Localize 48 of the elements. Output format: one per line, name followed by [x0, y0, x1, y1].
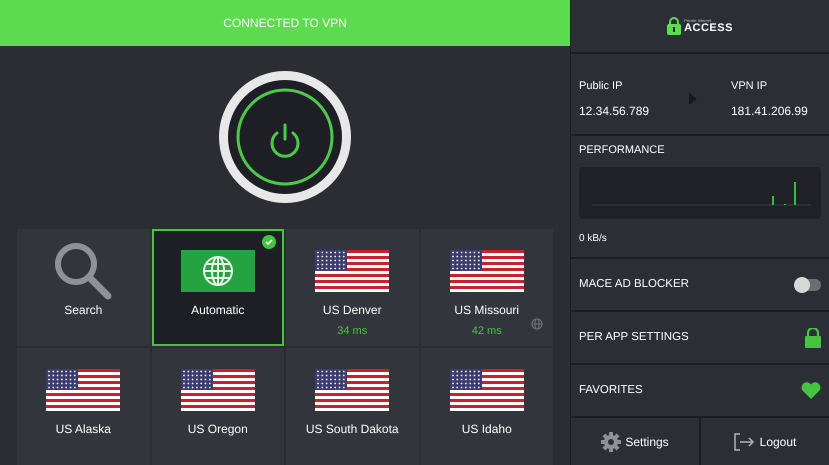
- globe-flag-icon: [180, 250, 255, 292]
- server-tile[interactable]: US South Dakota: [286, 348, 418, 465]
- option-row[interactable]: MACE AD BLOCKER: [571, 259, 829, 310]
- us-flag-icon: [450, 250, 524, 292]
- search-icon: [52, 240, 114, 302]
- server-name: US Oregon: [188, 421, 248, 438]
- gear-icon: [601, 432, 622, 452]
- server-name: US Denver: [322, 302, 382, 319]
- power-icon: [235, 87, 335, 188]
- padlock-logo-icon: [667, 17, 682, 35]
- latency-text: 42 ms: [472, 324, 502, 339]
- server-tile[interactable]: US Missouri 42 ms: [420, 229, 553, 346]
- server-tile[interactable]: Search: [17, 229, 150, 346]
- server-tile[interactable]: Automatic: [152, 229, 284, 346]
- us-flag-icon: [315, 250, 390, 292]
- server-name: US Idaho: [462, 421, 512, 438]
- logout-icon: [734, 432, 756, 450]
- us-flag-icon: [180, 369, 255, 411]
- server-tile[interactable]: US Oregon: [152, 348, 284, 465]
- padlock-icon: [805, 328, 821, 348]
- server-name: Search: [64, 302, 102, 319]
- heart-icon: [801, 382, 821, 399]
- latency-text: 34 ms: [337, 324, 368, 339]
- server-name: Automatic: [191, 302, 244, 319]
- us-flag-icon: [315, 369, 390, 411]
- public-ip-value: 12.34.56.789: [579, 103, 650, 120]
- logo-text: ACCESS: [684, 22, 733, 34]
- toggle-switch[interactable]: [795, 278, 821, 290]
- logout-button[interactable]: Logout: [701, 418, 829, 465]
- option-row[interactable]: PER APP SETTINGS: [571, 312, 829, 363]
- arrow-icon: [689, 93, 697, 105]
- settings-button[interactable]: Settings: [571, 418, 699, 465]
- public-ip-label: Public IP: [579, 78, 624, 94]
- server-tile[interactable]: US Denver 34 ms: [286, 229, 418, 346]
- vpn-ip-value: 181.41.206.99: [731, 103, 808, 120]
- check-icon: [262, 235, 276, 249]
- option-row[interactable]: FAVORITES: [571, 365, 829, 416]
- vpn-ip-label: VPN IP: [731, 78, 768, 94]
- server-name: US South Dakota: [306, 421, 399, 438]
- server-tile[interactable]: US Alaska: [17, 348, 150, 465]
- server-tile[interactable]: US Idaho: [420, 348, 553, 465]
- us-flag-icon: [450, 369, 524, 411]
- us-flag-icon: [46, 369, 120, 411]
- speed-reading: 0 kB/s: [579, 232, 608, 246]
- server-name: US Missouri: [454, 302, 520, 319]
- server-name: US Alaska: [56, 421, 111, 438]
- status-banner: CONNECTED TO VPN: [0, 0, 570, 46]
- performance-title: PERFORMANCE: [579, 143, 666, 158]
